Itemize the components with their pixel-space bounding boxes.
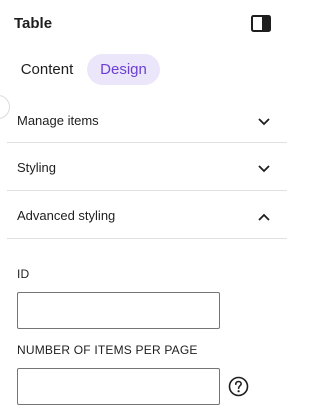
settings-panel: Table Content Design Manage items Stylin… — [0, 0, 293, 415]
section-label: Advanced styling — [17, 208, 116, 223]
tab-design[interactable]: Design — [87, 54, 160, 85]
help-icon[interactable] — [228, 376, 249, 397]
items-per-page-label: NUMBER OF ITEMS PER PAGE — [17, 343, 198, 357]
section-label: Styling — [17, 160, 57, 175]
chevron-down-icon — [257, 114, 271, 126]
chevron-down-icon — [257, 161, 271, 173]
panel-title: Table — [14, 15, 53, 32]
items-per-page-input[interactable] — [17, 368, 220, 405]
panel-header: Table — [0, 0, 293, 48]
id-field-label: ID — [17, 267, 30, 281]
sidebar-toggle-icon[interactable] — [251, 15, 271, 32]
id-input[interactable] — [17, 292, 220, 329]
tab-content[interactable]: Content — [9, 54, 85, 85]
section-manage-items[interactable]: Manage items — [7, 96, 287, 144]
section-advanced-styling[interactable]: Advanced styling — [7, 191, 287, 239]
section-label: Manage items — [17, 113, 99, 128]
chevron-up-icon — [257, 209, 271, 221]
section-styling[interactable]: Styling — [7, 143, 287, 191]
